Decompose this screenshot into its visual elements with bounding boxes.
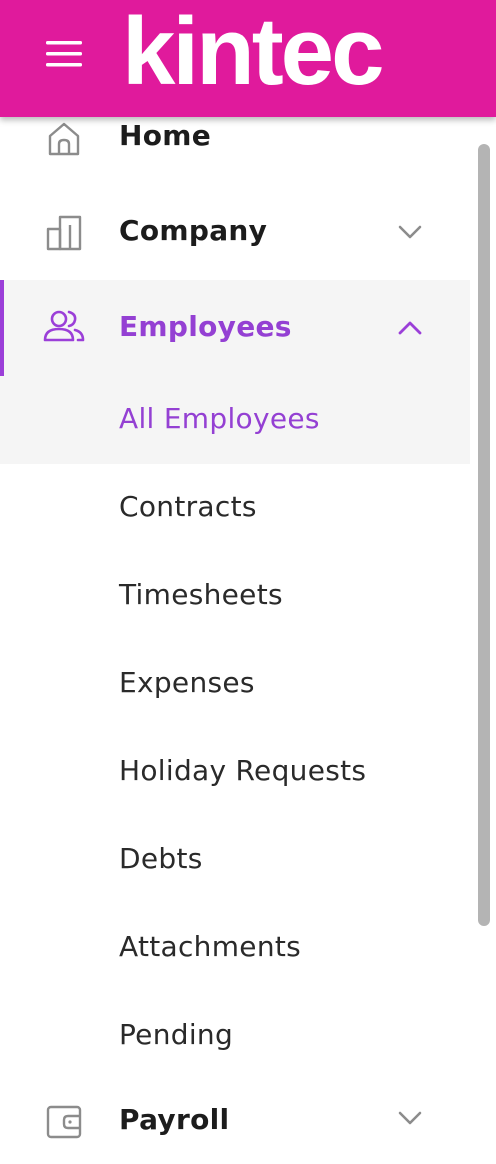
sidebar-item-label: Company [119, 214, 268, 247]
hamburger-menu-icon [38, 32, 90, 76]
submenu-item-attachments[interactable]: Attachments [119, 930, 301, 963]
sidebar-item-payroll[interactable]: Payroll [0, 1080, 470, 1164]
chevron-down-icon[interactable] [394, 1102, 426, 1134]
home-icon [42, 116, 86, 160]
kintec-logo: kintec [122, 0, 384, 105]
sidebar-item-company[interactable]: Company [0, 186, 470, 280]
scrollbar-thumb[interactable] [478, 144, 490, 926]
people-icon [42, 306, 86, 350]
submenu-item-expenses[interactable]: Expenses [119, 666, 255, 699]
submenu-item-pending[interactable]: Pending [119, 1018, 233, 1051]
chevron-down-icon[interactable] [394, 216, 426, 248]
building-icon [42, 211, 86, 255]
submenu-item-all-employees[interactable]: All Employees [119, 402, 320, 435]
sidebar-item-employees[interactable]: Employees [0, 280, 470, 376]
hamburger-menu-button[interactable] [38, 32, 90, 76]
submenu-item-contracts[interactable]: Contracts [119, 490, 257, 523]
submenu-item-debts[interactable]: Debts [119, 842, 203, 875]
sidebar-item-label: Payroll [119, 1103, 230, 1136]
app-header: kintec [0, 0, 496, 117]
submenu-item-holiday-requests[interactable]: Holiday Requests [119, 754, 366, 787]
wallet-icon [42, 1100, 86, 1144]
submenu-item-timesheets[interactable]: Timesheets [119, 578, 283, 611]
sidebar-item-label: Home [119, 119, 212, 152]
chevron-up-icon[interactable] [394, 312, 426, 344]
sidebar-nav: Home Company Employees All Employees Con… [0, 90, 470, 1164]
sidebar-item-label: Employees [119, 310, 292, 343]
